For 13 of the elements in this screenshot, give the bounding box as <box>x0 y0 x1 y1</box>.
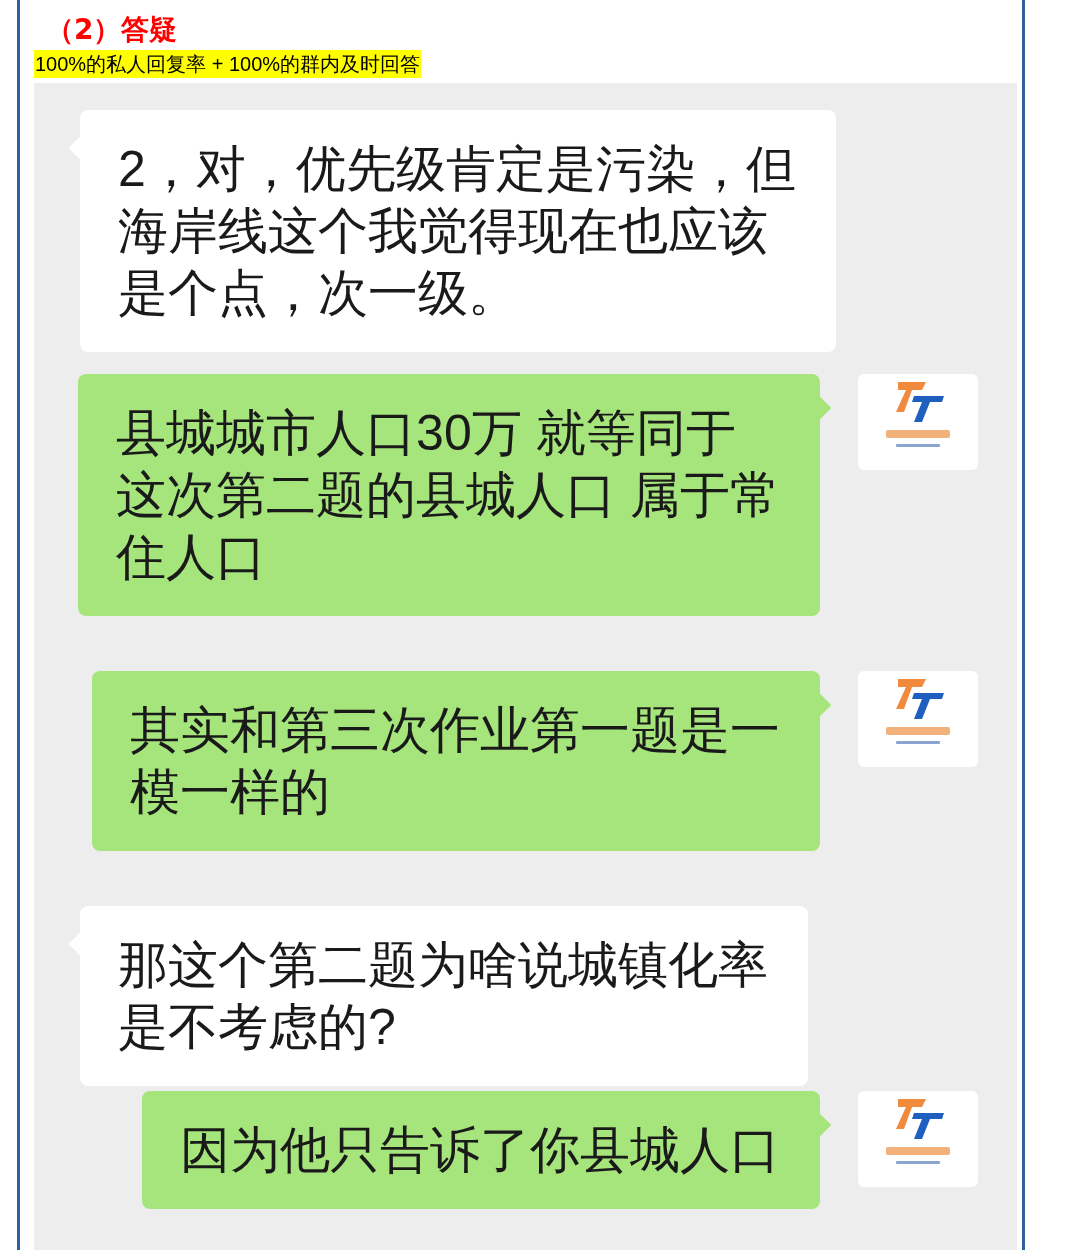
message-line: 是个点，次一级。 <box>118 264 519 323</box>
message-line: 海岸线这个我觉得现在也应该 <box>118 202 769 261</box>
message-line: 2，对，优先级肯定是污染，但 <box>118 140 796 199</box>
message-line: 那这个第二题为啥说城镇化率 <box>118 936 768 995</box>
message-line: 因为他只告诉了你县城人口 <box>180 1121 780 1180</box>
message-line: 县城城市人口30万 就等同于 <box>116 404 737 463</box>
message-line: 这次第二题的县城人口 属于常 <box>116 466 780 525</box>
message-line: 住人口 <box>116 528 268 587</box>
message-line: 模一样的 <box>130 763 331 822</box>
message-line: 是不考虑的? <box>118 998 397 1057</box>
section-heading: （2）答疑 <box>46 13 178 46</box>
message-line: 其实和第三次作业第一题是一 <box>130 701 780 760</box>
highlighted-text: 100%的私人回复率 + 100%的群内及时回答 <box>34 50 422 78</box>
